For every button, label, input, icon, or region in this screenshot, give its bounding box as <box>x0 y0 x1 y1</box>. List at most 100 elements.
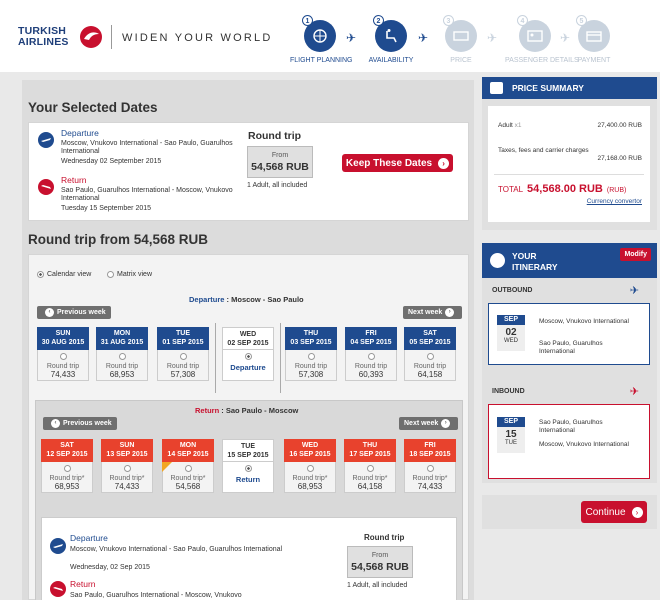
day-price: 57,308 <box>298 370 324 379</box>
selected-price-box: From 54,568 RUB <box>247 146 313 178</box>
day-price: 68,953 <box>297 482 323 491</box>
day-radio[interactable] <box>63 465 71 472</box>
inbound-date-badge: SEP 15 TUE <box>497 417 525 453</box>
return-label: Return <box>61 175 87 185</box>
return-plane-icon <box>50 581 66 597</box>
dep-next-week-button[interactable]: Next week › <box>403 306 463 319</box>
day-price: 68,953 <box>54 482 80 491</box>
price-summary-header: PRICE SUMMARY <box>482 77 657 99</box>
day-header: MON 14 SEP 2015 <box>162 439 214 462</box>
day-header: SAT 12 SEP 2015 <box>41 439 93 462</box>
arrow-left-icon: ‹ <box>45 308 54 317</box>
day-radio[interactable] <box>179 353 187 360</box>
return-route: Sao Paulo, Guarulhos International - Mos… <box>61 187 233 202</box>
day-radio[interactable] <box>123 465 131 472</box>
card-icon <box>586 31 602 42</box>
day-price: 57,308 <box>170 370 196 379</box>
id-card-icon <box>527 30 543 42</box>
day-radio[interactable] <box>426 353 434 360</box>
ret-day-0[interactable]: SAT 12 SEP 2015 Round trip* 68,953 <box>41 439 93 493</box>
ret-previous-week-button[interactable]: ‹ Previous week <box>43 417 117 430</box>
departure-plane-icon <box>50 538 66 554</box>
day-body: Departure <box>222 350 274 381</box>
header: TURKISH AIRLINES WIDEN YOUR WORLD 1 FLIG… <box>0 0 660 72</box>
day-header: TUE 01 SEP 2015 <box>157 327 209 350</box>
ret-day-2[interactable]: MON 14 SEP 2015 Round trip* 54,568 <box>162 439 214 493</box>
dep-day-6[interactable]: SAT 05 SEP 2015 Round trip 64,158 <box>404 327 456 381</box>
departure-route: Moscow, Vnukovo International - Sao Paul… <box>61 140 233 155</box>
dep-day-3[interactable]: WED 02 SEP 2015 Departure <box>222 327 274 381</box>
detail-return-label: Return <box>70 579 96 589</box>
arrow-right-icon: › <box>445 308 455 317</box>
arrow-right-icon: › <box>631 506 643 518</box>
ret-day-3[interactable]: TUE 15 SEP 2015 Return <box>222 439 274 493</box>
day-radio[interactable] <box>367 353 375 360</box>
day-price: 64,158 <box>417 370 443 379</box>
taxes-price: 27,168.00 RUB <box>597 155 642 162</box>
arrow-left-icon: ‹ <box>51 419 60 428</box>
main-panel: Your Selected Dates Departure Moscow, Vn… <box>22 80 474 600</box>
logo-divider <box>111 25 112 49</box>
ret-next-week-button[interactable]: Next week › <box>399 417 459 430</box>
day-radio[interactable] <box>184 465 192 472</box>
ret-day-5[interactable]: THU 17 SEP 2015 Round trip* 64,158 <box>344 439 396 493</box>
dep-day-4[interactable]: THU 03 SEP 2015 Round trip 57,308 <box>285 327 337 381</box>
day-header: SAT 05 SEP 2015 <box>404 327 456 350</box>
dep-day-2[interactable]: TUE 01 SEP 2015 Round trip 57,308 <box>157 327 209 381</box>
day-radio[interactable] <box>426 465 434 472</box>
ret-day-6[interactable]: FRI 18 SEP 2015 Round trip* 74,433 <box>404 439 456 493</box>
calendar-view-option[interactable]: Calendar view <box>37 271 91 278</box>
day-header: WED 02 SEP 2015 <box>222 327 274 350</box>
best-price-corner-icon <box>162 462 172 472</box>
step-arrow-plane-icon: ✈ <box>418 31 429 45</box>
day-radio[interactable] <box>307 353 315 360</box>
ret-day-1[interactable]: SUN 13 SEP 2015 Round trip* 74,433 <box>101 439 153 493</box>
matrix-view-radio[interactable] <box>107 271 114 278</box>
detail-departure-route: Moscow, Vnukovo International - Sao Paul… <box>70 546 283 553</box>
keep-dates-button[interactable]: Keep These Dates › <box>342 154 453 172</box>
matrix-view-option[interactable]: Matrix view <box>107 271 152 278</box>
day-body: Round trip* 64,158 <box>344 462 396 493</box>
day-body: Return <box>222 462 274 493</box>
return-week-heading: Return : Sao Paulo - Moscow <box>195 406 299 415</box>
wallet-icon <box>490 82 503 94</box>
day-header: MON 31 AUG 2015 <box>96 327 148 350</box>
detail-price: 54,568 RUB <box>351 561 409 573</box>
calendar-view-radio[interactable] <box>37 271 44 278</box>
dep-day-0[interactable]: SUN 30 AUG 2015 Round trip 74,433 <box>37 327 89 381</box>
day-radio[interactable] <box>118 353 126 360</box>
day-radio[interactable] <box>366 465 374 472</box>
day-body: Round trip 57,308 <box>285 350 337 381</box>
dep-day-1[interactable]: MON 31 AUG 2015 Round trip 68,953 <box>96 327 148 381</box>
adult-price: 27,400.00 RUB <box>597 122 642 129</box>
dep-day-5[interactable]: FRI 04 SEP 2015 Round trip 60,393 <box>345 327 397 381</box>
ret-day-4[interactable]: WED 16 SEP 2015 Round trip* 68,953 <box>284 439 336 493</box>
step-availability: 2 AVAILABILITY <box>361 15 421 64</box>
day-radio[interactable] <box>244 465 252 472</box>
continue-button[interactable]: Continue › <box>581 501 647 523</box>
outbound-from: Moscow, Vnukovo International <box>539 318 629 325</box>
day-header: THU 17 SEP 2015 <box>344 439 396 462</box>
day-body: Round trip* 74,433 <box>101 462 153 493</box>
day-body: Round trip 57,308 <box>157 350 209 381</box>
selected-dates-card: Departure Moscow, Vnukovo International … <box>28 122 469 221</box>
day-radio[interactable] <box>244 353 252 360</box>
day-body: Round trip* 68,953 <box>41 462 93 493</box>
departure-label: Departure <box>61 128 99 138</box>
itinerary-panel: YOUR ITINERARY Modify OUTBOUND ✈ SEP 02 … <box>482 243 657 483</box>
day-radio[interactable] <box>59 353 67 360</box>
globe-icon <box>490 253 505 268</box>
selected-price: 54,568 RUB <box>251 161 309 173</box>
step-payment: 5 PAYMENT <box>564 15 624 64</box>
day-price: 54,568 <box>175 482 201 491</box>
detail-departure-date: Wednesday, 02 Sep 2015 <box>70 564 150 571</box>
modify-button[interactable]: Modify <box>620 248 651 261</box>
departure-week-heading: Departure : Moscow - Sao Paulo <box>189 295 304 304</box>
step-arrow-plane-icon: ✈ <box>487 31 498 45</box>
dep-previous-week-button[interactable]: ‹ Previous week <box>37 306 111 319</box>
inbound-card: SEP 15 TUE Sao Paulo, Guarulhos Internat… <box>488 404 650 479</box>
currency-convertor-link[interactable]: Currency convertor <box>587 198 642 205</box>
day-radio[interactable] <box>306 465 314 472</box>
outbound-plane-icon: ✈ <box>629 285 639 297</box>
logo[interactable]: TURKISH AIRLINES <box>18 26 69 48</box>
